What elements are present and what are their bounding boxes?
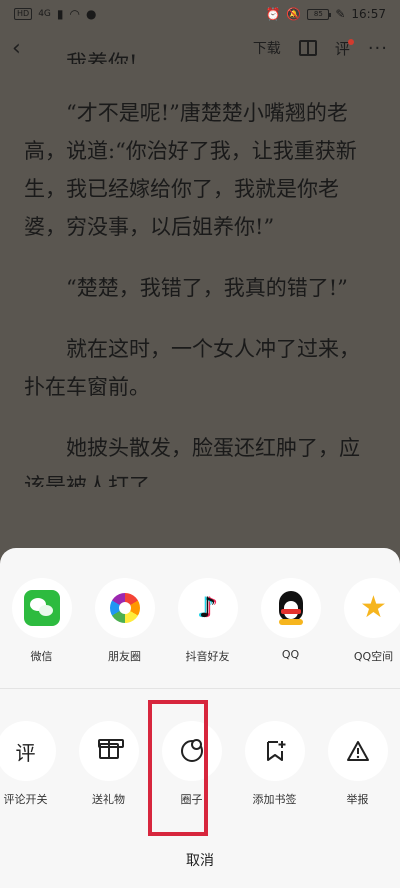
share-douyin[interactable]: ♪ 抖音好友 — [166, 578, 249, 664]
action-send-gift[interactable]: 送礼物 — [67, 721, 150, 807]
paragraph: “才不是呢!”唐楚楚小嘴翘的老高，说道:“你治好了我，让我重获新生，我已经嫁给你… — [24, 101, 357, 239]
share-label: QQ空间 — [353, 650, 394, 663]
qzone-icon: ★ — [360, 590, 387, 625]
action-label: 评论开关 — [3, 793, 48, 806]
highlight-box — [148, 700, 208, 836]
paragraph: “楚楚，我错了，我真的错了!” — [66, 276, 348, 300]
qq-icon — [277, 591, 305, 625]
share-row: 微信 朋友圈 ♪ 抖音好友 QQ ★ QQ空间 — [0, 578, 400, 664]
share-label: QQ — [281, 648, 300, 661]
share-circle — [11, 578, 72, 638]
status-time: 16:57 — [351, 7, 386, 21]
wifi-icon: ◠ — [69, 7, 80, 21]
action-comment-toggle[interactable]: 评 评论开关 — [0, 721, 67, 807]
share-label: 微信 — [30, 650, 53, 663]
moments-icon — [109, 593, 140, 623]
action-label: 添加书签 — [252, 793, 297, 806]
alarm-icon: ⏰ — [265, 7, 281, 21]
status-bar: HD 4G ▮ ◠ ● ⏰ 🔕 85 ✎ 16:57 — [0, 0, 400, 28]
cancel-button[interactable]: 取消 — [0, 850, 400, 870]
share-circle — [94, 578, 155, 638]
hd-badge: HD — [14, 8, 33, 20]
action-label: 举报 — [346, 793, 369, 806]
battery-icon: 85 — [307, 8, 332, 20]
action-report[interactable]: 举报 — [316, 721, 399, 807]
report-icon — [346, 741, 369, 761]
leaf-icon: ✎ — [335, 7, 346, 21]
comment-toggle-icon: 评 — [15, 740, 36, 765]
share-wechat[interactable]: 微信 — [0, 578, 83, 664]
action-circle — [78, 721, 139, 781]
gift-icon — [97, 739, 124, 759]
wechat-notification-icon: ● — [85, 7, 97, 21]
share-label: 抖音好友 — [185, 650, 230, 663]
share-qq[interactable]: QQ — [249, 578, 332, 664]
share-circle: ♪ — [177, 578, 238, 638]
douyin-icon: ♪ — [198, 591, 217, 624]
status-left: HD 4G ▮ ◠ ● — [14, 7, 96, 21]
paragraph: 她披头散发，脸蛋还红肿了，应 — [66, 436, 360, 460]
sheet-divider — [0, 688, 400, 689]
action-circle — [327, 721, 388, 781]
paragraph-fragment-top: 我养你! — [66, 51, 138, 64]
share-circle — [260, 578, 321, 638]
chapter-content: 我养你! “才不是呢!”唐楚楚小嘴翘的老高，说道:“你治好了我，让我重获新生，我… — [24, 51, 380, 487]
signal-bars-icon: ▮ — [56, 7, 64, 21]
action-circle: 评 — [0, 721, 56, 781]
share-label: 朋友圈 — [108, 650, 141, 663]
action-circle — [244, 721, 305, 781]
share-circle: ★ — [343, 578, 400, 638]
wechat-icon — [23, 590, 60, 626]
paragraph: 就在这时，一个女人冲了过来，扑在车窗前。 — [24, 337, 360, 399]
action-label: 送礼物 — [92, 793, 125, 806]
status-right: ⏰ 🔕 85 ✎ 16:57 — [265, 7, 386, 21]
share-qzone[interactable]: ★ QQ空间 — [332, 578, 400, 664]
action-add-bookmark[interactable]: 添加书签 — [233, 721, 316, 807]
paragraph-fragment-bottom: 该是被人打了。 — [24, 474, 171, 487]
signal-indicator: 4G — [38, 9, 51, 19]
bookmark-add-icon — [266, 740, 285, 762]
share-moments[interactable]: 朋友圈 — [83, 578, 166, 664]
mute-icon: 🔕 — [286, 7, 302, 21]
